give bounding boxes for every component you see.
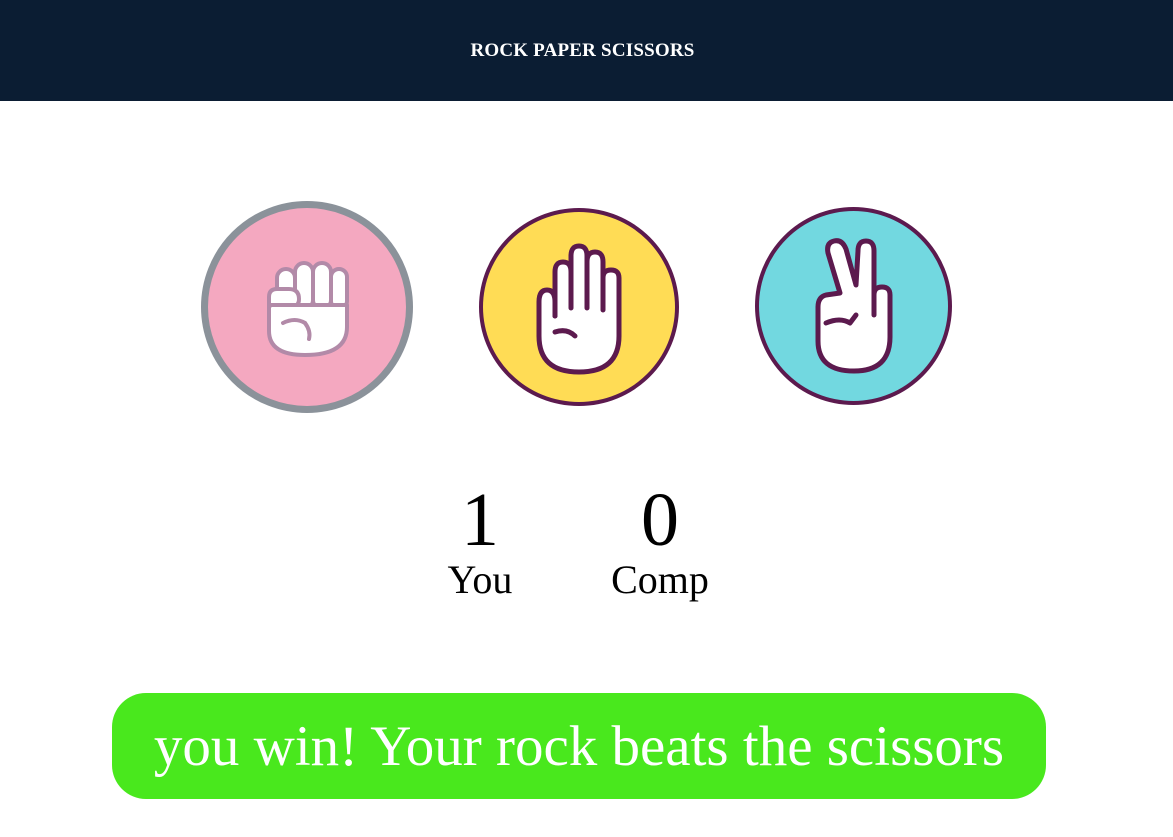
user-score-value: 1 [461,478,499,562]
result-banner: you win! Your rock beats the scissors [112,693,1046,799]
result-message: you win! Your rock beats the scissors [153,714,1005,778]
app-title: ROCK PAPER SCISSORS [470,39,695,61]
computer-score: 0 Comp [600,482,720,602]
computer-score-value: 0 [641,478,679,562]
scissors-button[interactable] [755,207,952,405]
paper-button[interactable] [479,208,679,406]
app-header: ROCK PAPER SCISSORS [0,0,1173,101]
open-hand-icon [536,243,622,375]
user-score-label: You [447,557,513,602]
user-score: 1 You [430,482,530,602]
computer-score-label: Comp [611,557,709,602]
peace-hand-icon [815,238,892,374]
rock-button[interactable] [201,201,413,413]
fist-icon [267,261,349,357]
